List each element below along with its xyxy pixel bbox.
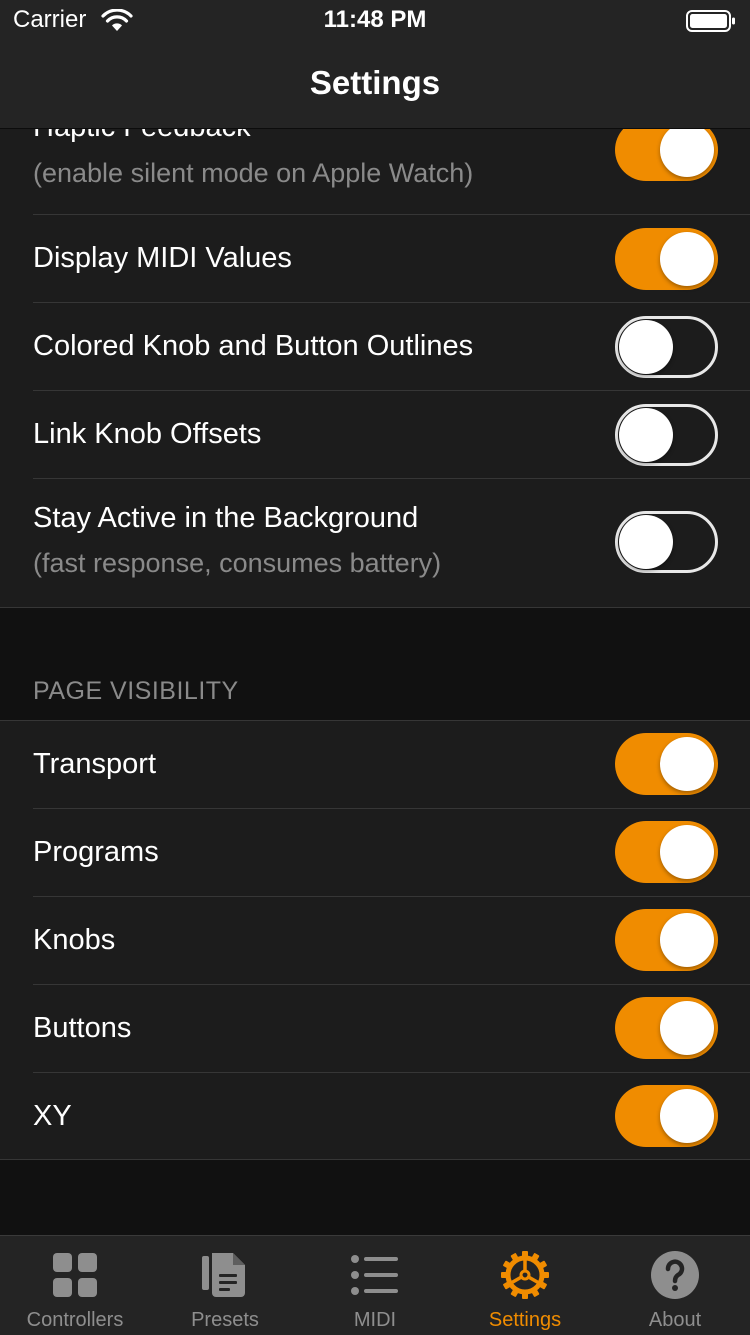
grid-icon (53, 1253, 97, 1297)
tab-label: Settings (488, 1309, 562, 1331)
setting-title: Stay Active in the Background (33, 502, 419, 534)
tab-about[interactable]: About (600, 1236, 750, 1335)
setting-row-buttons: Buttons (0, 985, 750, 1073)
tab-settings[interactable]: Settings (450, 1236, 600, 1335)
programs-toggle[interactable] (615, 821, 718, 883)
setting-row-xy: XY (0, 1073, 750, 1159)
setting-subtitle: (fast response, consumes battery) (33, 548, 442, 578)
document-icon (202, 1253, 245, 1297)
setting-title: Display MIDI Values (33, 242, 292, 274)
link-knob-offsets-toggle[interactable] (615, 404, 718, 466)
tab-presets[interactable]: Presets (150, 1236, 300, 1335)
setting-title: XY (33, 1100, 72, 1132)
setting-title: Buttons (33, 1012, 132, 1044)
display-midi-values-toggle[interactable] (615, 228, 718, 290)
setting-row-haptic-feedback: Haptic Feedback (enable silent mode on A… (0, 129, 750, 215)
toggle-knob (660, 232, 714, 286)
section-header-page-visibility: PAGE VISIBILITY (33, 677, 239, 705)
list-icon (351, 1255, 398, 1295)
page-title: Settings (309, 64, 441, 101)
group-bottom-border (0, 607, 750, 608)
setting-row-colored-outlines: Colored Knob and Button Outlines (0, 303, 750, 391)
tab-bar: Controllers Presets MIDI Settings About (0, 1235, 750, 1335)
battery-icon (686, 10, 735, 32)
gear-icon (501, 1251, 549, 1299)
toggle-knob (619, 320, 673, 374)
stay-active-toggle[interactable] (615, 511, 718, 573)
toggle-knob (619, 515, 673, 569)
toggle-knob (660, 1089, 714, 1143)
navigation-bar: Settings (0, 40, 750, 129)
colored-outlines-toggle[interactable] (615, 316, 718, 378)
tab-label: Controllers (26, 1309, 124, 1331)
tab-label: About (648, 1309, 702, 1331)
status-time: 11:48 PM (323, 6, 427, 33)
tab-label: MIDI (353, 1309, 397, 1331)
setting-row-transport: Transport (0, 721, 750, 809)
setting-subtitle: (enable silent mode on Apple Watch) (33, 158, 474, 188)
general-settings-group: Haptic Feedback (enable silent mode on A… (0, 129, 750, 607)
setting-title: Link Knob Offsets (33, 418, 262, 450)
toggle-knob (619, 408, 673, 462)
setting-row-display-midi-values: Display MIDI Values (0, 215, 750, 303)
status-bar: Carrier 11:48 PM (0, 0, 750, 40)
toggle-knob (660, 1001, 714, 1055)
group-bottom-border (0, 1159, 750, 1160)
setting-title: Transport (33, 748, 157, 780)
toggle-knob (660, 129, 714, 177)
tab-label: Presets (191, 1309, 259, 1331)
toggle-knob (660, 737, 714, 791)
haptic-feedback-toggle[interactable] (615, 129, 718, 181)
transport-toggle[interactable] (615, 733, 718, 795)
question-icon (651, 1251, 699, 1299)
tab-midi[interactable]: MIDI (300, 1236, 450, 1335)
xy-toggle[interactable] (615, 1085, 718, 1147)
setting-title: Knobs (33, 924, 116, 956)
toggle-knob (660, 825, 714, 879)
setting-row-link-knob-offsets: Link Knob Offsets (0, 391, 750, 479)
tab-controllers[interactable]: Controllers (0, 1236, 150, 1335)
setting-row-knobs: Knobs (0, 897, 750, 985)
setting-title: Haptic Feedback (33, 129, 251, 144)
setting-row-stay-active: Stay Active in the Background (fast resp… (0, 479, 750, 607)
toggle-knob (660, 913, 714, 967)
settings-list[interactable]: Haptic Feedback (enable silent mode on A… (0, 129, 750, 1235)
buttons-toggle[interactable] (615, 997, 718, 1059)
setting-title: Colored Knob and Button Outlines (33, 330, 474, 362)
knobs-toggle[interactable] (615, 909, 718, 971)
setting-title: Programs (33, 836, 159, 868)
page-visibility-group: Transport Programs Knobs Buttons XY (0, 721, 750, 1159)
setting-row-programs: Programs (0, 809, 750, 897)
